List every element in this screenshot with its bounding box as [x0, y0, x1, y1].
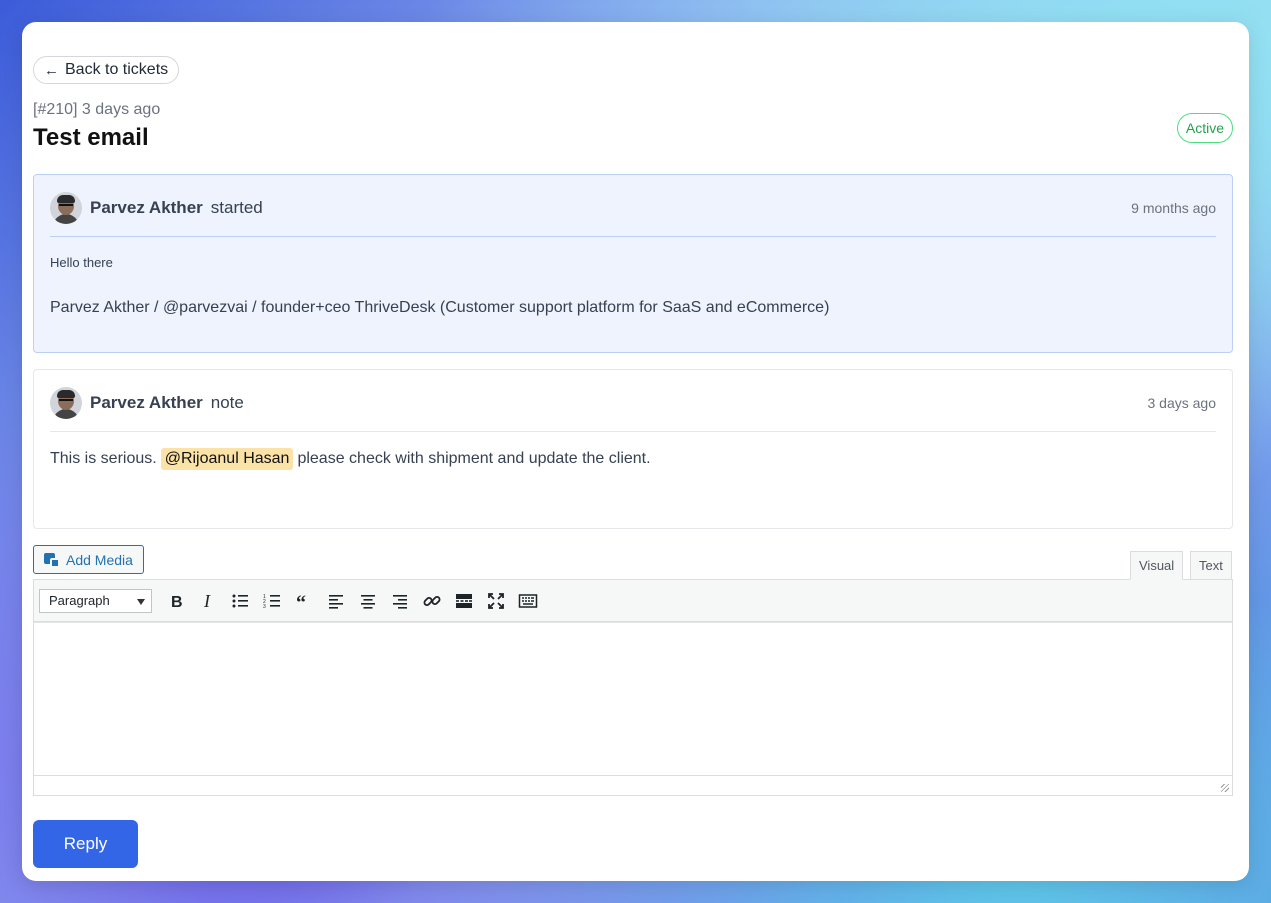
- divider: [50, 236, 1216, 237]
- add-media-label: Add Media: [66, 551, 133, 568]
- svg-text:B: B: [171, 594, 183, 611]
- avatar: [50, 386, 82, 419]
- reply-editor: Paragraph B I 123 “: [33, 579, 1233, 796]
- divider: [50, 431, 1216, 432]
- align-right-icon[interactable]: [384, 586, 416, 616]
- tab-visual[interactable]: Visual: [1130, 551, 1184, 580]
- message-header: Parvez Akther started 9 months ago: [50, 191, 1216, 224]
- message-header: Parvez Akther note 3 days ago: [50, 386, 1216, 419]
- message-note: Parvez Akther note 3 days ago This is se…: [33, 369, 1233, 529]
- reply-button[interactable]: Reply: [33, 820, 138, 868]
- resize-handle-icon[interactable]: [1221, 784, 1229, 792]
- link-icon[interactable]: [416, 586, 448, 616]
- toolbar-toggle-icon[interactable]: [512, 586, 544, 616]
- arrow-left-icon: ←: [44, 61, 59, 79]
- back-label: Back to tickets: [65, 61, 169, 78]
- bold-icon[interactable]: B: [160, 586, 192, 616]
- message-body-line: Hello there: [50, 255, 113, 270]
- message-time: 9 months ago: [1131, 199, 1216, 216]
- ticket-meta: [#210] 3 days ago: [33, 101, 161, 118]
- message-time: 3 days ago: [1147, 394, 1217, 411]
- tab-text[interactable]: Text: [1190, 551, 1232, 580]
- bullet-list-icon[interactable]: [224, 586, 256, 616]
- ticket-card: ← Back to tickets [#210] 3 days ago Test…: [22, 22, 1249, 881]
- format-select[interactable]: Paragraph: [39, 588, 152, 613]
- media-icon: [44, 552, 60, 568]
- read-more-icon[interactable]: [448, 586, 480, 616]
- align-center-icon[interactable]: [352, 586, 384, 616]
- numbered-list-icon[interactable]: 123: [256, 586, 288, 616]
- message-action: note: [210, 392, 244, 412]
- svg-text:I: I: [203, 591, 211, 611]
- editor-toolbar: Paragraph B I 123 “: [34, 580, 1232, 622]
- status-badge: Active: [1176, 113, 1233, 143]
- svg-text:“: “: [296, 592, 306, 611]
- editor-content-area[interactable]: [34, 622, 1232, 775]
- svg-text:3: 3: [263, 604, 266, 610]
- fullscreen-icon[interactable]: [480, 586, 512, 616]
- message-text-before: This is serious.: [50, 450, 157, 467]
- message-body-line: Parvez Akther / @parvezvai / founder+ceo…: [50, 299, 830, 316]
- format-select-value: Paragraph: [49, 593, 110, 608]
- message-action: started: [210, 197, 263, 217]
- message-text-after: please check with shipment and update th…: [297, 450, 651, 467]
- back-to-tickets-button[interactable]: ← Back to tickets: [33, 56, 180, 84]
- blockquote-icon[interactable]: “: [288, 586, 320, 616]
- italic-icon[interactable]: I: [192, 586, 224, 616]
- mention-tag[interactable]: @Rijoanul Hasan: [160, 448, 294, 470]
- ticket-title: Test email: [33, 124, 149, 151]
- chevron-down-icon: [137, 598, 145, 605]
- add-media-button[interactable]: Add Media: [33, 545, 144, 574]
- editor-statusbar: [34, 775, 1232, 795]
- avatar: [50, 191, 82, 224]
- message-body: This is serious. @Rijoanul Hasan please …: [50, 448, 651, 470]
- align-left-icon[interactable]: [320, 586, 352, 616]
- message-started: Parvez Akther started 9 months ago Hello…: [33, 174, 1233, 353]
- message-author: Parvez Akther: [90, 197, 203, 217]
- message-author: Parvez Akther: [90, 392, 203, 412]
